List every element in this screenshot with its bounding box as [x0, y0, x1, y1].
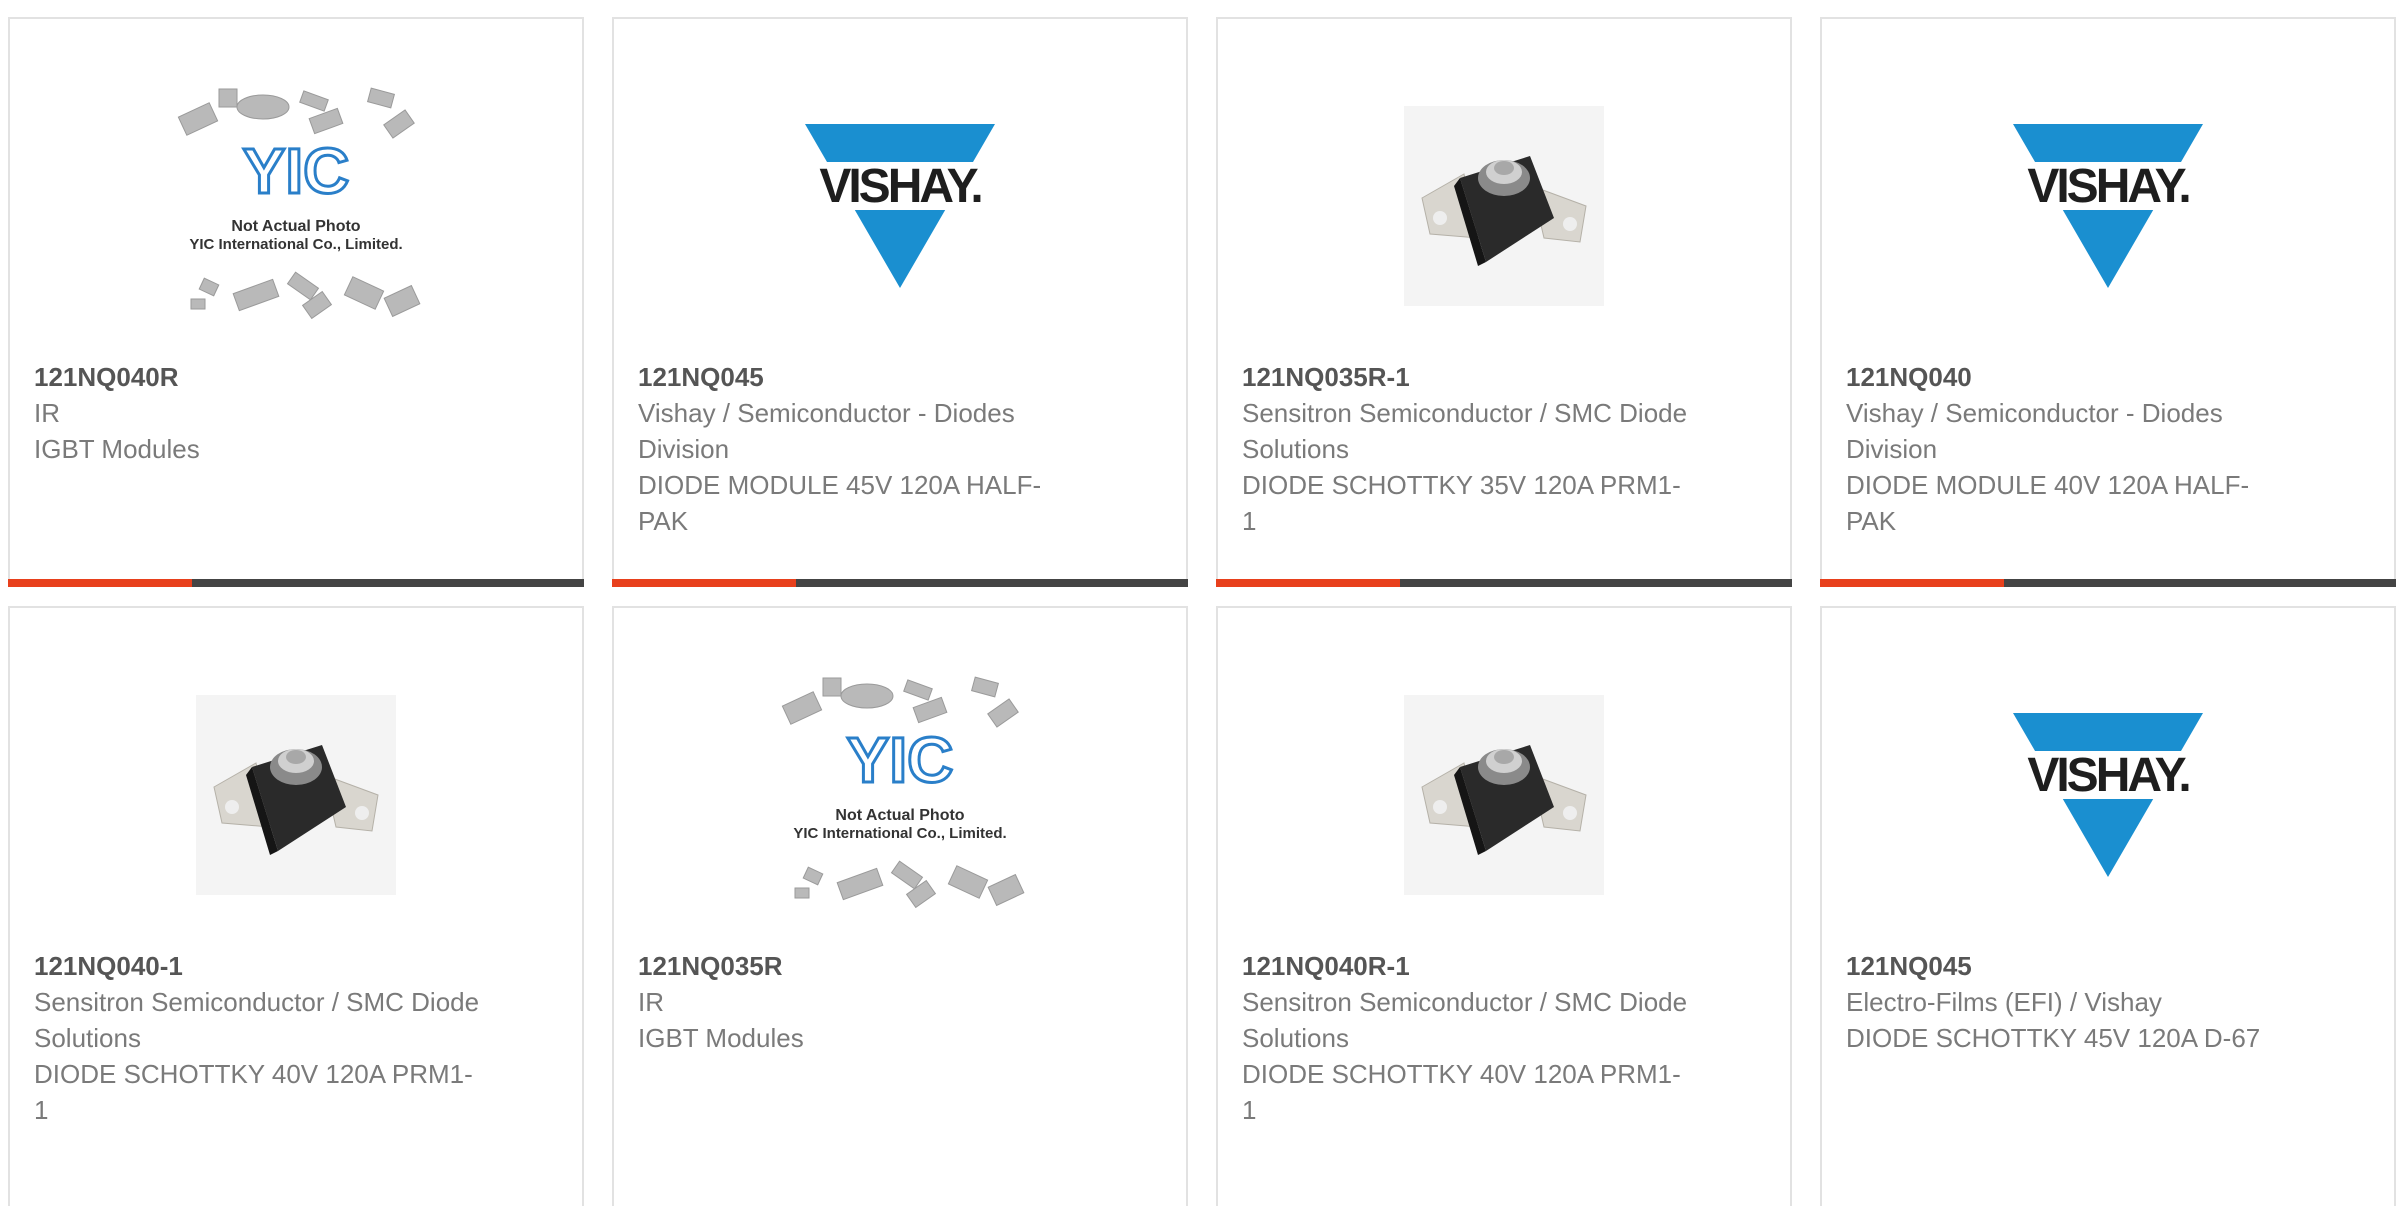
product-image[interactable]	[10, 630, 582, 960]
product-image[interactable]: VISHAY.	[614, 41, 1186, 371]
product-card[interactable]: 121NQ035R-1 Sensitron Semiconductor / SM…	[1216, 17, 1792, 587]
product-card[interactable]: VISHAY. 121NQ045 Electro-Films (EFI) / V…	[1820, 606, 2396, 1206]
card-accent	[8, 579, 192, 587]
product-card[interactable]: YIC Not Actual Photo YIC International C…	[8, 17, 584, 587]
vishay-logo-text: VISHAY.	[2027, 160, 2189, 213]
part-number[interactable]: 121NQ035R	[638, 948, 1086, 984]
description: IGBT Modules	[34, 434, 200, 464]
yic-logo-text: YIC	[847, 724, 954, 796]
card-footer-bar	[8, 579, 584, 587]
product-card[interactable]: YIC Not Actual Photo YIC International C…	[612, 606, 1188, 1206]
product-info: 121NQ035R IR IGBT Modules	[638, 948, 1086, 1056]
card-accent	[1216, 579, 1400, 587]
part-number[interactable]: 121NQ045	[1846, 948, 2294, 984]
manufacturer: IR	[638, 987, 664, 1017]
manufacturer: Sensitron Semiconductor / SMC Diode Solu…	[34, 987, 480, 1053]
product-image[interactable]: YIC Not Actual Photo YIC International C…	[614, 630, 1186, 960]
product-image[interactable]	[1218, 630, 1790, 960]
product-info: 121NQ040-1 Sensitron Semiconductor / SMC…	[34, 948, 482, 1128]
diode-module-photo	[1404, 106, 1604, 306]
product-info: 121NQ040R IR IGBT Modules	[34, 359, 482, 467]
product-image[interactable]	[1218, 41, 1790, 371]
manufacturer: Electro-Films (EFI) / Vishay	[1846, 987, 2162, 1017]
card-footer-bar	[1820, 579, 2396, 587]
product-card[interactable]: VISHAY. 121NQ045 Vishay / Semiconductor …	[612, 17, 1188, 587]
part-number[interactable]: 121NQ040R-1	[1242, 948, 1690, 984]
product-info: 121NQ045 Electro-Films (EFI) / Vishay DI…	[1846, 948, 2294, 1056]
product-info: 121NQ035R-1 Sensitron Semiconductor / SM…	[1242, 359, 1690, 539]
placeholder-line2: YIC International Co., Limited.	[189, 236, 402, 253]
vishay-logo: VISHAY.	[800, 116, 1000, 296]
description: DIODE SCHOTTKY 45V 120A D-67	[1846, 1023, 2261, 1053]
vishay-logo: VISHAY.	[2008, 116, 2208, 296]
card-accent	[1820, 579, 2004, 587]
yic-placeholder-image: YIC Not Actual Photo YIC International C…	[151, 81, 441, 331]
card-accent	[612, 579, 796, 587]
product-image[interactable]: VISHAY.	[1822, 630, 2394, 960]
manufacturer: IR	[34, 398, 60, 428]
placeholder-line1: Not Actual Photo	[231, 218, 360, 235]
product-info: 121NQ040 Vishay / Semiconductor - Diodes…	[1846, 359, 2294, 539]
placeholder-line2: YIC International Co., Limited.	[793, 825, 1006, 842]
part-number[interactable]: 121NQ045	[638, 359, 1086, 395]
manufacturer: Sensitron Semiconductor / SMC Diode Solu…	[1242, 398, 1688, 464]
product-info: 121NQ045 Vishay / Semiconductor - Diodes…	[638, 359, 1086, 539]
part-number[interactable]: 121NQ040	[1846, 359, 2294, 395]
card-footer-bar	[612, 579, 1188, 587]
description: DIODE MODULE 40V 120A HALF-PAK	[1846, 470, 2250, 536]
description: IGBT Modules	[638, 1023, 804, 1053]
product-card[interactable]: 121NQ040-1 Sensitron Semiconductor / SMC…	[8, 606, 584, 1206]
product-grid: YIC Not Actual Photo YIC International C…	[0, 0, 2400, 1206]
product-image[interactable]: VISHAY.	[1822, 41, 2394, 371]
yic-logo-text: YIC	[243, 135, 350, 207]
part-number[interactable]: 121NQ040-1	[34, 948, 482, 984]
description: DIODE SCHOTTKY 40V 120A PRM1-1	[1242, 1059, 1681, 1125]
manufacturer: Vishay / Semiconductor - Diodes Division	[638, 398, 1015, 464]
product-card[interactable]: 121NQ040R-1 Sensitron Semiconductor / SM…	[1216, 606, 1792, 1206]
yic-placeholder-image: YIC Not Actual Photo YIC International C…	[755, 670, 1045, 920]
part-number[interactable]: 121NQ035R-1	[1242, 359, 1690, 395]
manufacturer: Sensitron Semiconductor / SMC Diode Solu…	[1242, 987, 1688, 1053]
vishay-logo-text: VISHAY.	[819, 160, 981, 213]
product-info: 121NQ040R-1 Sensitron Semiconductor / SM…	[1242, 948, 1690, 1128]
product-image[interactable]: YIC Not Actual Photo YIC International C…	[10, 41, 582, 371]
diode-module-photo	[1404, 695, 1604, 895]
description: DIODE SCHOTTKY 35V 120A PRM1-1	[1242, 470, 1681, 536]
manufacturer: Vishay / Semiconductor - Diodes Division	[1846, 398, 2223, 464]
vishay-logo: VISHAY.	[2008, 705, 2208, 885]
vishay-logo-text: VISHAY.	[2027, 749, 2189, 802]
diode-module-photo	[196, 695, 396, 895]
description: DIODE SCHOTTKY 40V 120A PRM1-1	[34, 1059, 473, 1125]
description: DIODE MODULE 45V 120A HALF-PAK	[638, 470, 1042, 536]
placeholder-line1: Not Actual Photo	[835, 807, 964, 824]
product-card[interactable]: VISHAY. 121NQ040 Vishay / Semiconductor …	[1820, 17, 2396, 587]
part-number[interactable]: 121NQ040R	[34, 359, 482, 395]
card-footer-bar	[1216, 579, 1792, 587]
